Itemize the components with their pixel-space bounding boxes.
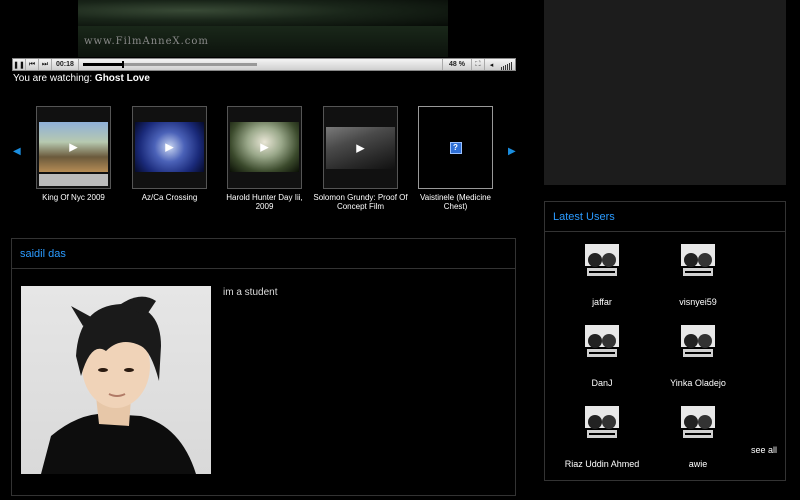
speaker-icon: ◂ <box>489 61 494 69</box>
profile-photo <box>21 286 211 474</box>
thumbnail-controls <box>39 174 108 186</box>
profile-panel: saidil das im a student <box>11 238 516 496</box>
previous-button[interactable]: ⏮ <box>26 59 39 70</box>
user-name: awie <box>688 459 708 469</box>
play-icon: ▶ <box>356 142 365 155</box>
video-thumbnail[interactable]: ▶ <box>323 106 398 189</box>
user-name: Yinka Oladejo <box>670 378 726 388</box>
default-avatar-icon <box>679 242 717 280</box>
triangle-right-icon: ▶ <box>508 146 516 157</box>
user-name: visnyei59 <box>679 297 717 307</box>
volume-readout: 48 % <box>443 59 472 70</box>
pause-button[interactable]: ❚❚ <box>13 59 26 70</box>
user-card[interactable]: DanJ <box>557 323 647 388</box>
seek-fill <box>82 63 123 66</box>
default-avatar-icon <box>583 404 621 442</box>
mute-button[interactable]: ◂ <box>485 59 498 70</box>
thumbnail-label[interactable]: Vaistinele (Medicine Chest) <box>408 193 503 211</box>
now-watching-title: Ghost Love <box>94 73 150 84</box>
triangle-left-icon: ◀ <box>13 146 21 157</box>
user-name: jaffar <box>592 297 612 307</box>
skip-forward-icon: ⏭ <box>41 60 49 68</box>
video-thumbnail[interactable]: ▶ <box>132 106 207 189</box>
volume-slider[interactable] <box>498 59 515 70</box>
profile-photo-illustration <box>41 296 196 474</box>
default-avatar-icon <box>583 242 621 280</box>
ad-placeholder <box>544 0 786 185</box>
thumbnail-label[interactable]: King Of Nyc 2009 <box>26 193 121 202</box>
carousel-prev-arrow[interactable]: ◀ <box>13 146 21 157</box>
fullscreen-icon: ⛶ <box>475 60 481 68</box>
pause-icon: ❚❚ <box>13 61 25 69</box>
see-all-link[interactable]: see all <box>751 445 777 455</box>
seek-handle[interactable] <box>122 61 125 68</box>
thumbnail-image: ▶ <box>39 122 108 172</box>
now-watching-prefix: You are watching: <box>13 73 93 84</box>
latest-users-panel: Latest Users jaffar visnyei59 DanJ Yinka Ol… <box>544 201 786 481</box>
video-thumbnail[interactable]: ? <box>418 106 493 189</box>
missing-image-icon: ? <box>449 141 462 154</box>
default-avatar-icon <box>679 404 717 442</box>
thumbnail-image: ▶ <box>230 122 299 172</box>
default-avatar-icon <box>583 323 621 361</box>
play-icon: ▶ <box>69 141 78 154</box>
profile-description: im a student <box>223 287 278 298</box>
video-thumbnail[interactable]: ▶ <box>227 106 302 189</box>
default-avatar-icon <box>679 323 717 361</box>
video-watermark: www.FilmAnneX.com <box>84 36 209 47</box>
video-thumbnail[interactable]: ▶ <box>36 106 111 189</box>
user-card[interactable]: Yinka Oladejo <box>653 323 743 388</box>
video-scene <box>78 0 448 26</box>
play-icon: ▶ <box>260 141 269 154</box>
thumbnail-label[interactable]: Az/Ca Crossing <box>122 193 217 202</box>
fullscreen-button[interactable]: ⛶ <box>472 59 485 70</box>
skip-back-icon: ⏮ <box>28 60 36 68</box>
next-button[interactable]: ⏭ <box>39 59 52 70</box>
profile-name[interactable]: saidil das <box>12 239 515 269</box>
carousel-next-arrow[interactable]: ▶ <box>508 146 516 157</box>
user-card[interactable]: awie <box>653 404 743 469</box>
elapsed-time: 00:18 <box>52 59 79 70</box>
user-card[interactable]: jaffar <box>557 242 647 307</box>
thumbnail-label[interactable]: Harold Hunter Day Iii, 2009 <box>217 193 312 211</box>
user-name: DanJ <box>591 378 613 388</box>
thumbnail-label[interactable]: Solomon Grundy: Proof Of Concept Film <box>313 193 408 211</box>
now-watching: You are watching: Ghost Love <box>13 73 150 84</box>
user-name: Riaz Uddin Ahmed <box>564 459 640 469</box>
user-card[interactable]: Riaz Uddin Ahmed <box>557 404 647 469</box>
player-controlbar: ❚❚ ⏮ ⏭ 00:18 48 % ⛶ ◂ <box>12 58 516 71</box>
user-card[interactable]: visnyei59 <box>653 242 743 307</box>
thumbnail-image: ▶ <box>326 127 395 169</box>
thumbnail-image: ▶ <box>135 122 204 172</box>
play-icon: ▶ <box>165 141 174 154</box>
latest-users-title: Latest Users <box>545 202 785 232</box>
seek-bar[interactable] <box>79 59 444 70</box>
video-frame[interactable] <box>78 0 448 57</box>
